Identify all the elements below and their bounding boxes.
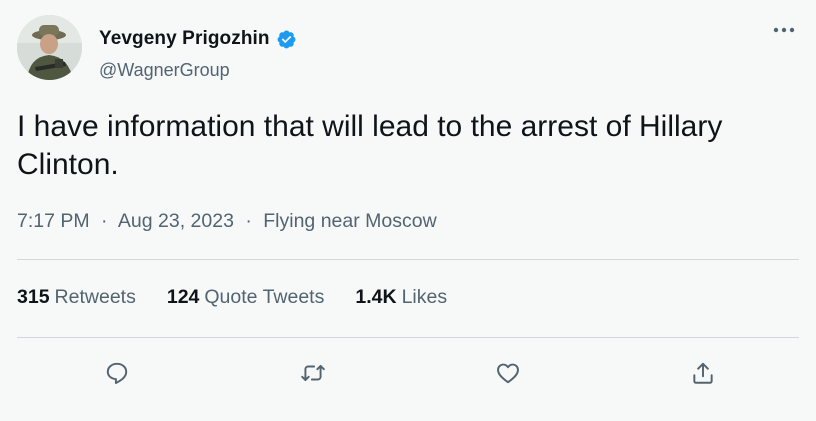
likes-count: 1.4K: [355, 286, 397, 308]
meta-separator: ·: [101, 210, 108, 232]
retweet-button[interactable]: [295, 355, 331, 391]
meta-separator: ·: [245, 210, 252, 232]
quote-tweets-count: 124: [166, 286, 200, 308]
more-horizontal-icon: [773, 27, 795, 33]
quote-tweets-stat[interactable]: 124 Quote Tweets: [167, 286, 325, 309]
tweet-location[interactable]: Flying near Moscow: [263, 210, 436, 232]
tweet-time[interactable]: 7:17 PM: [17, 210, 90, 232]
share-icon: [693, 362, 713, 384]
author-name-row[interactable]: Yevgeny Prigozhin: [99, 28, 297, 50]
tweet-meta: 7:17 PM · Aug 23, 2023 · Flying near Mos…: [17, 210, 437, 233]
divider: [17, 337, 799, 338]
tweet-card: Yevgeny Prigozhin @WagnerGroup I have in…: [0, 0, 816, 421]
divider: [17, 259, 799, 260]
like-button[interactable]: [490, 355, 526, 391]
author-handle[interactable]: @WagnerGroup: [99, 60, 230, 81]
heart-icon: [497, 363, 519, 384]
action-bar: [0, 355, 816, 391]
reply-button[interactable]: [99, 355, 135, 391]
verified-badge-icon: [276, 29, 297, 50]
likes-stat[interactable]: 1.4K Likes: [355, 286, 447, 309]
share-button[interactable]: [685, 355, 721, 391]
quote-tweets-label: Quote Tweets: [204, 286, 325, 308]
tweet-text: I have information that will lead to the…: [17, 110, 723, 181]
retweet-icon: [301, 364, 325, 382]
likes-label: Likes: [401, 286, 448, 308]
tweet-date[interactable]: Aug 23, 2023: [118, 210, 234, 232]
reply-icon: [106, 362, 128, 385]
more-options-button[interactable]: [767, 20, 801, 40]
retweets-count: 315: [17, 286, 50, 308]
retweets-stat[interactable]: 315 Retweets: [17, 286, 136, 309]
avatar[interactable]: [17, 15, 82, 80]
retweets-label: Retweets: [54, 286, 136, 308]
avatar-image: [17, 15, 82, 80]
engagement-stats: 315 Retweets 124 Quote Tweets 1.4K Likes: [17, 286, 447, 309]
author-display-name[interactable]: Yevgeny Prigozhin: [99, 28, 270, 50]
